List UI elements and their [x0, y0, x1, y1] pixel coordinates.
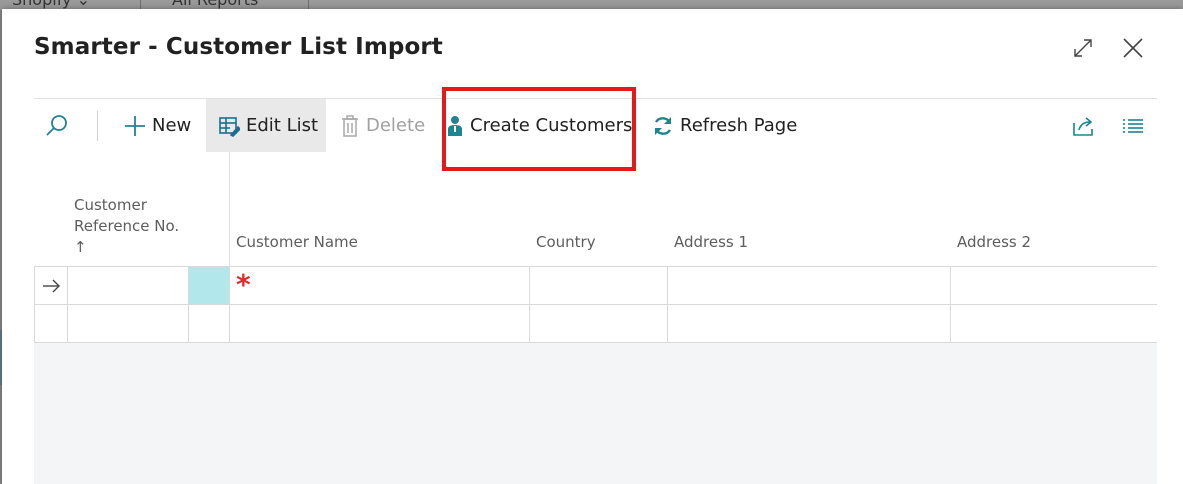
cell-customer-name[interactable]: [230, 305, 530, 342]
row-arrow-icon: [42, 279, 60, 292]
share-button[interactable]: [1072, 99, 1096, 152]
search-icon: [46, 114, 67, 136]
delete-button[interactable]: Delete: [340, 99, 425, 152]
expand-button[interactable]: [1070, 35, 1096, 61]
cell-country[interactable]: [530, 305, 668, 342]
create-customers-button[interactable]: Create Customers: [446, 99, 632, 152]
required-marker: *: [236, 268, 251, 301]
action-toolbar: New Edit List Delete Create Customers Re…: [34, 98, 1157, 153]
column-header-address-1[interactable]: Address 1: [674, 232, 748, 253]
trash-icon: [340, 114, 360, 137]
refresh-page-label: Refresh Page: [680, 115, 798, 136]
cell-address-2[interactable]: [951, 305, 1157, 342]
grid-left-border: [34, 267, 35, 343]
column-header-country[interactable]: Country: [536, 232, 596, 253]
search-button[interactable]: [44, 99, 70, 152]
cell-country[interactable]: [530, 267, 668, 304]
cell-selected-indicator[interactable]: [189, 305, 230, 342]
customer-list-import-dialog: Smarter - Customer List Import New Edit …: [2, 9, 1183, 484]
plus-icon: [124, 115, 146, 137]
new-label: New: [152, 115, 192, 136]
close-icon: [1123, 38, 1143, 58]
column-header-customer-name[interactable]: Customer Name: [236, 232, 358, 253]
cell-address-1[interactable]: [668, 305, 951, 342]
person-icon: [446, 115, 464, 137]
toolbar-divider: [97, 111, 98, 141]
cell-customer-reference[interactable]: [68, 267, 189, 304]
expand-icon: [1074, 39, 1092, 57]
cell-address-2[interactable]: [951, 267, 1157, 304]
share-icon: [1073, 116, 1093, 136]
new-button[interactable]: New: [124, 99, 191, 152]
row-selector[interactable]: [34, 305, 68, 342]
create-customers-label: Create Customers: [470, 115, 633, 136]
column-divider: [229, 152, 230, 266]
edit-list-button[interactable]: Edit List: [206, 99, 326, 152]
grid-header-row: Customer Reference No. ↑ Customer Name C…: [34, 152, 1157, 267]
table-row[interactable]: [34, 305, 1157, 343]
cell-customer-name[interactable]: *: [230, 267, 530, 304]
list-view-button[interactable]: [1122, 99, 1144, 152]
delete-label: Delete: [366, 115, 426, 136]
cell-customer-reference[interactable]: [68, 305, 189, 342]
row-selector[interactable]: [34, 267, 68, 304]
edit-list-label: Edit List: [246, 115, 319, 136]
table-row[interactable]: *: [34, 267, 1157, 305]
column-header-address-2[interactable]: Address 2: [957, 232, 1031, 253]
column-header-customer-reference[interactable]: Customer Reference No. ↑: [74, 195, 184, 258]
refresh-icon: [652, 115, 674, 137]
close-button[interactable]: [1120, 35, 1146, 61]
dialog-title: Smarter - Customer List Import: [34, 34, 443, 60]
cell-address-1[interactable]: [668, 267, 951, 304]
refresh-page-button[interactable]: Refresh Page: [652, 99, 797, 152]
customer-list-grid: Customer Reference No. ↑ Customer Name C…: [34, 152, 1157, 484]
list-view-icon: [1123, 118, 1143, 133]
cell-selected-indicator[interactable]: [189, 267, 230, 304]
edit-list-icon: [218, 115, 240, 137]
